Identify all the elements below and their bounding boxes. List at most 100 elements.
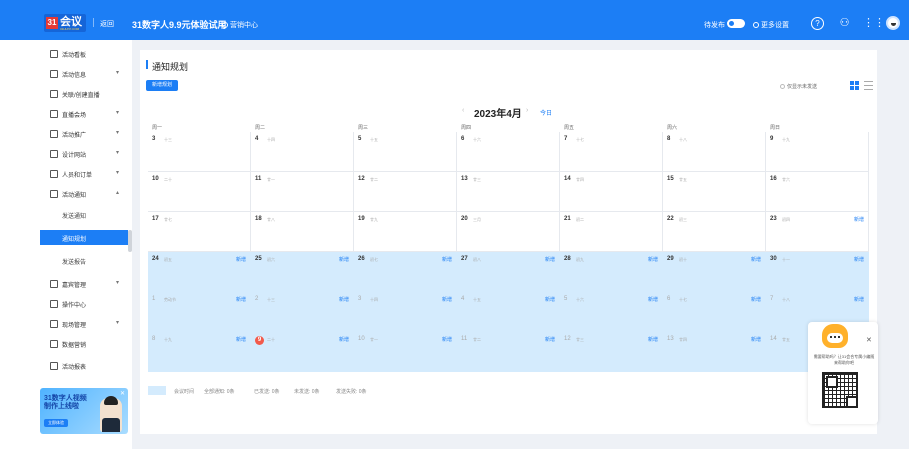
sidebar-item-live[interactable]: 关联/创建直播 [0,84,132,104]
add-notification-link[interactable]: 新增 [442,256,452,263]
calendar-day-cell[interactable]: 3 十三 [148,132,251,172]
sidebar-scrollbar[interactable] [128,230,132,252]
day-number: 10 [152,176,159,182]
calendar-day-cell[interactable]: 29 初十 新增 [663,252,766,292]
add-notification-link[interactable]: 新增 [751,256,761,263]
sidebar-item-operations[interactable]: 操作中心 [0,294,132,314]
calendar-day-cell[interactable]: 10 廿一 新增 [354,332,457,372]
calendar-day-cell[interactable]: 4 十四 [251,132,354,172]
calendar-day-cell[interactable]: 4 十五 新增 [457,292,560,332]
calendar-day-cell[interactable]: 11 廿一 [251,172,354,212]
home-link[interactable]: 返回 [100,19,114,29]
only-unsent-radio[interactable]: 仅显示未发送 [780,83,817,90]
add-notification-link[interactable]: 新增 [854,256,864,263]
add-notification-link[interactable]: 新增 [236,336,246,343]
close-icon[interactable]: ✕ [120,390,125,397]
sidebar-sub-plan[interactable]: 通知规划 [40,230,128,245]
calendar-day-cell[interactable]: 24 初五 新增 [148,252,251,292]
calendar-day-cell[interactable]: 9 十九 [766,132,869,172]
calendar-day-cell[interactable]: 8 十九 新增 [148,332,251,372]
grid-view-icon[interactable] [850,81,859,90]
calendar-day-cell[interactable]: 6 十七 新增 [663,292,766,332]
today-button[interactable]: 今日 [540,108,552,117]
publish-toggle[interactable] [727,19,745,28]
add-notification-link[interactable]: 新增 [854,216,864,223]
calendar-day-cell[interactable]: 2 十三 新增 [251,292,354,332]
help-icon[interactable]: ? [811,17,824,30]
calendar-day-cell[interactable]: 7 十七 [560,132,663,172]
next-month-icon[interactable]: › [526,107,528,114]
sidebar-item-venue[interactable]: 直播会场 ▾ [0,104,132,124]
calendar-day-cell[interactable]: 23 初四 新增 [766,212,869,252]
marketing-center-link[interactable]: 营销中心 [222,20,258,30]
close-icon[interactable]: ✕ [866,336,872,344]
calendar-day-cell[interactable]: 16 廿六 [766,172,869,212]
sidebar-item-website[interactable]: 设计网站 ▾ [0,144,132,164]
promo-link[interactable]: 31数字人9.9元体验试用 [132,18,227,31]
calendar-day-cell[interactable]: 3 十四 新增 [354,292,457,332]
calendar-day-cell[interactable]: 13 廿四 新增 [663,332,766,372]
add-notification-link[interactable]: 新增 [751,336,761,343]
add-notification-link[interactable]: 新增 [545,336,555,343]
add-notification-link[interactable]: 新增 [648,336,658,343]
sidebar-item-people-orders[interactable]: 人员和订单 ▾ [0,164,132,184]
sidebar-sub-report[interactable]: 发送报告 [40,253,128,268]
calendar-day-cell[interactable]: 15 廿五 [663,172,766,212]
avatar[interactable] [886,16,900,30]
calendar-day-cell[interactable]: 5 十六 新增 [560,292,663,332]
calendar-day-cell[interactable]: 11 廿二 新增 [457,332,560,372]
add-notification-link[interactable]: 新增 [339,256,349,263]
add-notification-link[interactable]: 新增 [545,256,555,263]
calendar-day-cell[interactable]: 8 十八 [663,132,766,172]
add-notification-link[interactable]: 新增 [339,296,349,303]
add-notification-link[interactable]: 新增 [236,256,246,263]
sidebar-item-dashboard[interactable]: 活动看板 [0,44,132,64]
calendar-day-cell[interactable]: 10 二十 [148,172,251,212]
prev-month-icon[interactable]: ‹ [462,107,464,114]
calendar-day-cell[interactable]: 6 十六 [457,132,560,172]
add-notification-link[interactable]: 新增 [854,296,864,303]
calendar-day-cell[interactable]: 14 廿四 [560,172,663,212]
sidebar-sub-send[interactable]: 发送通知 [40,207,128,222]
calendar-day-cell[interactable]: 27 初八 新增 [457,252,560,292]
calendar-day-cell[interactable]: 26 初七 新增 [354,252,457,292]
sidebar-item-data-marketing[interactable]: 数据营销 [0,334,132,354]
logo[interactable]: 31 会议 31HUIYI.COM [44,14,86,32]
calendar-day-cell[interactable]: 18 廿八 [251,212,354,252]
calendar-day-cell[interactable]: 30 十一 新增 [766,252,869,292]
calendar-day-cell[interactable]: 5 十五 [354,132,457,172]
sidebar-item-onsite[interactable]: 现场管理 ▾ [0,314,132,334]
sidebar-item-guests[interactable]: 嘉宾管理 ▾ [0,274,132,294]
calendar-day-cell[interactable]: 25 初六 新增 [251,252,354,292]
calendar-day-cell[interactable]: 22 初三 [663,212,766,252]
calendar-day-cell[interactable]: 1 劳动节 新增 [148,292,251,332]
add-notification-link[interactable]: 新增 [442,336,452,343]
sidebar-item-reports[interactable]: 活动报表 [0,356,132,376]
add-notification-link[interactable]: 新增 [648,296,658,303]
calendar-day-cell[interactable]: 19 廿九 [354,212,457,252]
calendar-day-cell[interactable]: 20 三月 [457,212,560,252]
calendar-day-cell[interactable]: 9 二十 新增 [251,332,354,372]
list-view-icon[interactable] [864,81,873,90]
calendar-day-cell[interactable]: 21 初二 [560,212,663,252]
calendar-day-cell[interactable]: 17 廿七 [148,212,251,252]
calendar-day-cell[interactable]: 12 廿二 [354,172,457,212]
banner-try-button[interactable]: 立即体验 [44,419,68,427]
sidebar-item-notifications[interactable]: 活动通知 ▴ [0,184,132,204]
calendar-day-cell[interactable]: 13 廿三 [457,172,560,212]
sidebar-item-info[interactable]: 活动信息 ▾ [0,64,132,84]
user-icon[interactable]: ⚇ [838,17,851,30]
sidebar-item-promotion[interactable]: 活动推广 ▾ [0,124,132,144]
promo-banner[interactable]: 31数字人视频 制作上线啦 立即体验 ✕ [40,388,128,434]
calendar-day-cell[interactable]: 12 廿三 新增 [560,332,663,372]
add-notification-link[interactable]: 新增 [236,296,246,303]
apps-grid-icon[interactable]: ⋮⋮ [863,17,885,30]
add-plan-button[interactable]: 新增规划 [146,80,178,91]
add-notification-link[interactable]: 新增 [339,336,349,343]
more-settings[interactable]: 更多设置 [753,20,789,30]
add-notification-link[interactable]: 新增 [751,296,761,303]
calendar-day-cell[interactable]: 28 初九 新增 [560,252,663,292]
add-notification-link[interactable]: 新增 [648,256,658,263]
add-notification-link[interactable]: 新增 [545,296,555,303]
add-notification-link[interactable]: 新增 [442,296,452,303]
